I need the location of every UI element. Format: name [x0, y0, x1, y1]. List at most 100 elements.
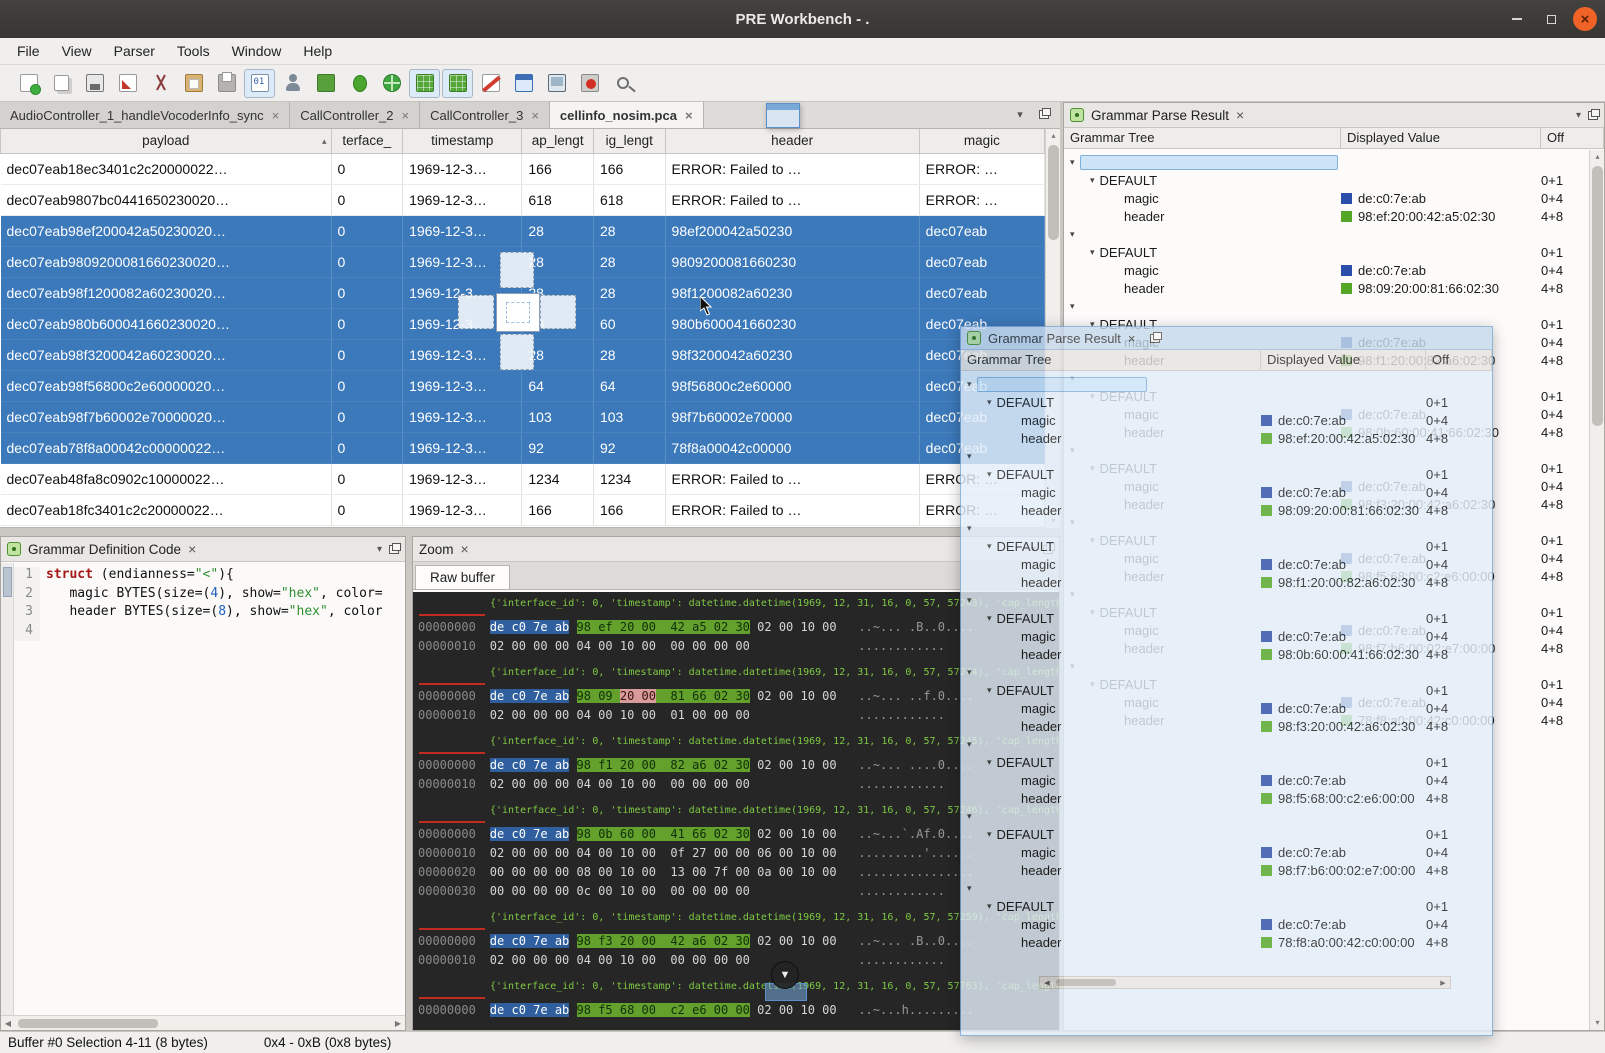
tree-node-field[interactable]: header98:09:20:00:81:66:02:304+8 [961, 501, 1492, 519]
tree-node-root[interactable]: ▾ [961, 447, 1492, 465]
expander-icon[interactable]: ▾ [1070, 229, 1075, 240]
table-row[interactable]: dec07eab98ef200042a50230020…01969-12-3…2… [1, 215, 1045, 246]
column-grammar-tree[interactable]: Grammar Tree [961, 350, 1261, 370]
user-button[interactable] [277, 69, 308, 98]
dock-target-left[interactable] [458, 295, 494, 329]
dock-target-right[interactable] [540, 295, 576, 329]
globe-button[interactable] [376, 69, 407, 98]
column-header-header[interactable]: header [665, 129, 919, 153]
menu-view[interactable]: View [51, 40, 103, 62]
paste-button[interactable] [178, 69, 209, 98]
screenshot-button[interactable] [310, 69, 341, 98]
scrollbar-thumb[interactable] [1048, 145, 1059, 240]
expander-icon[interactable]: ▾ [967, 739, 972, 750]
table-row[interactable]: dec07eab98f56800c2e60000020…01969-12-3…6… [1, 370, 1045, 401]
code-horizontal-scrollbar[interactable]: ◀ ▶ [1, 1015, 405, 1030]
search-button[interactable] [607, 69, 638, 98]
tree-node-field[interactable]: magicde:c0:7e:ab0+4 [961, 627, 1492, 645]
tree-node-field[interactable]: magicde:c0:7e:ab0+4 [961, 771, 1492, 789]
menu-file[interactable]: File [6, 40, 51, 62]
expander-icon[interactable]: ▾ [987, 829, 992, 840]
tree-node-default[interactable]: ▾DEFAULT0+1 [961, 681, 1492, 699]
code-line[interactable]: 4 [14, 623, 383, 642]
scroll-right-icon[interactable]: ▶ [391, 1019, 405, 1028]
column-displayed-value[interactable]: Displayed Value [1341, 128, 1541, 148]
tree-node-root[interactable]: ▾ [961, 807, 1492, 825]
column-grammar-tree[interactable]: Grammar Tree [1064, 128, 1341, 148]
expander-icon[interactable]: ▾ [987, 757, 992, 768]
expander-icon[interactable]: ▾ [1090, 247, 1095, 258]
expander-icon[interactable]: ▾ [987, 613, 992, 624]
tree-node-editor[interactable] [977, 377, 1147, 392]
scroll-down-icon[interactable]: ▾ [1590, 1016, 1605, 1030]
column-header-aplengt[interactable]: ap_lengt [522, 129, 594, 153]
save-button[interactable] [79, 69, 110, 98]
tab-close-icon[interactable]: × [531, 108, 539, 123]
tree-node-root[interactable]: ▾ [1064, 225, 1604, 243]
tree-node-root[interactable]: ▾ [961, 519, 1492, 537]
tree-node-root[interactable]: ▾ [961, 591, 1492, 609]
panel-close-icon[interactable]: × [1236, 107, 1244, 123]
print-button[interactable] [211, 69, 242, 98]
tree-node-field[interactable]: magicde:c0:7e:ab0+4 [961, 483, 1492, 501]
export-button[interactable] [112, 69, 143, 98]
record-button[interactable] [574, 69, 605, 98]
menu-parser[interactable]: Parser [103, 40, 166, 62]
tree-node-root[interactable]: ▾ [1064, 153, 1604, 171]
tree-node-field[interactable]: header98:ef:20:00:42:a5:02:304+8 [961, 429, 1492, 447]
debug-bug-button[interactable] [343, 69, 374, 98]
expander-icon[interactable]: ▾ [1070, 301, 1075, 312]
expander-icon[interactable]: ▾ [1070, 157, 1075, 168]
ruler-thumb[interactable] [3, 567, 12, 597]
tree-node-default[interactable]: ▾DEFAULT0+1 [961, 465, 1492, 483]
tree-node-root[interactable]: ▾ [961, 735, 1492, 753]
scrollbar-thumb[interactable] [1056, 979, 1116, 986]
expander-icon[interactable]: ▾ [987, 469, 992, 480]
expander-icon[interactable]: ▾ [967, 379, 972, 390]
tree-node-default[interactable]: ▾DEFAULT0+1 [961, 537, 1492, 555]
column-displayed-value[interactable]: Displayed Value [1261, 350, 1426, 370]
scroll-right-icon[interactable]: ▶ [1436, 979, 1450, 987]
expander-icon[interactable]: ▾ [967, 595, 972, 606]
expander-icon[interactable]: ▾ [987, 541, 992, 552]
column-offset[interactable]: Off [1541, 128, 1604, 148]
floating-panel-header[interactable]: Grammar Parse Result × [961, 327, 1492, 350]
tree-node-field[interactable]: magicde:c0:7e:ab0+4 [961, 411, 1492, 429]
scroll-up-icon[interactable]: ▴ [1046, 129, 1061, 143]
tree-node-field[interactable]: header98:0b:60:00:41:66:02:304+8 [961, 645, 1492, 663]
grid-view-2-button[interactable] [442, 69, 473, 98]
code-line[interactable]: 2 magic BYTES(size=(4), show="hex", colo… [14, 586, 383, 605]
maximize-button[interactable] [1539, 7, 1563, 31]
tab-callcontroller_2[interactable]: CallController_2× [290, 101, 420, 128]
expander-icon[interactable]: ▾ [967, 811, 972, 822]
tab-cellinfo_nosim.pca[interactable]: cellinfo_nosim.pca× [550, 101, 704, 128]
scrollbar-thumb[interactable] [1592, 166, 1603, 426]
tab-list-dropdown-icon[interactable]: ▾ [1012, 108, 1028, 122]
column-header-timestamp[interactable]: timestamp [403, 129, 522, 153]
tab-callcontroller_3[interactable]: CallController_3× [420, 101, 550, 128]
panel-header[interactable]: Grammar Definition Code × ▾ [1, 537, 405, 562]
scroll-left-icon[interactable]: ◀ [1, 1019, 15, 1028]
tab-close-icon[interactable]: × [272, 108, 280, 123]
tree-node-field[interactable]: magicde:c0:7e:ab0+4 [961, 555, 1492, 573]
table-row[interactable]: dec07eab18ec3401c2c20000022…01969-12-3…1… [1, 153, 1045, 184]
dock-target-top[interactable] [500, 252, 534, 288]
tab-float-icon[interactable] [1036, 108, 1052, 122]
tree-node-field[interactable]: magicde:c0:7e:ab0+4 [961, 843, 1492, 861]
column-header-payload[interactable]: payload▴ [1, 129, 332, 153]
table-row[interactable]: dec07eab78f8a00042c00000022…01969-12-3…9… [1, 432, 1045, 463]
tree-node-root[interactable]: ▾ [961, 879, 1492, 897]
code-editor[interactable]: 1struct (endianness="<"){2 magic BYTES(s… [1, 563, 405, 1015]
hex-view-button[interactable] [244, 69, 275, 98]
table-row[interactable]: dec07eab18fc3401c2c20000022…01969-12-3…1… [1, 494, 1045, 525]
tree-node-default[interactable]: ▾DEFAULT0+1 [961, 825, 1492, 843]
scroll-down-button[interactable]: ▼ [771, 961, 799, 989]
expander-icon[interactable]: ▾ [967, 523, 972, 534]
code-line[interactable]: 3 header BYTES(size=(8), show="hex", col… [14, 604, 383, 623]
tree-node-field[interactable]: header98:f3:20:00:42:a6:02:304+8 [961, 717, 1492, 735]
menu-window[interactable]: Window [221, 40, 293, 62]
menu-tools[interactable]: Tools [166, 40, 221, 62]
tree-node-editor[interactable] [1080, 155, 1338, 170]
panel-close-icon[interactable]: × [461, 541, 469, 557]
tree-node-root[interactable]: ▾ [961, 663, 1492, 681]
